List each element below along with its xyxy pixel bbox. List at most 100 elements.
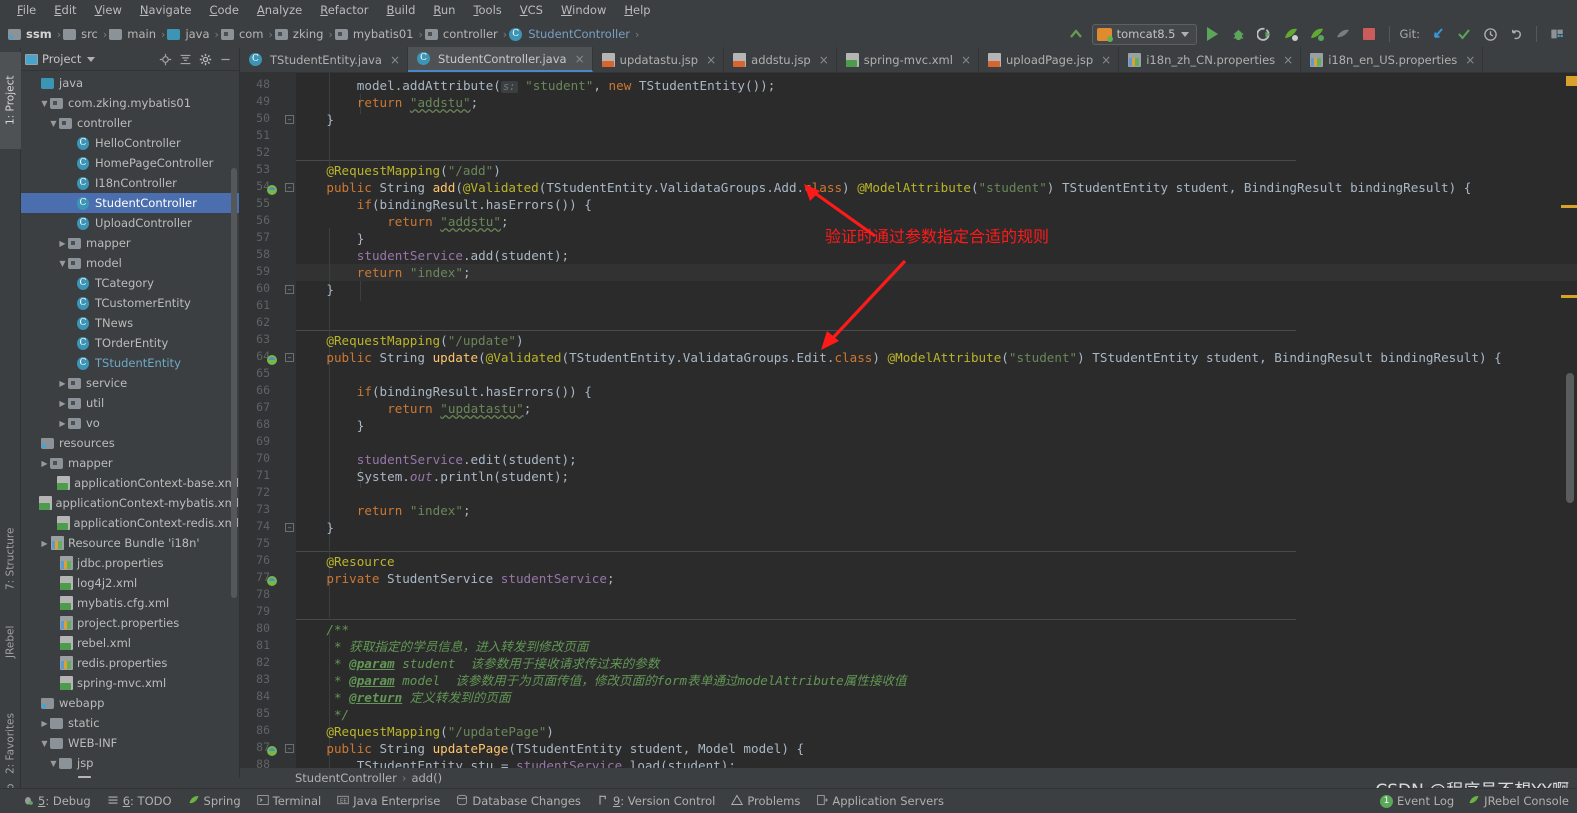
close-icon[interactable]: ×	[819, 53, 829, 67]
menu-item-edit[interactable]: Edit	[45, 1, 85, 19]
code-line[interactable]: return "index";	[296, 264, 471, 281]
breadcrumb-item-mybatis01[interactable]: mybatis01 ›	[334, 27, 425, 41]
status-bar-item-jrebel-console[interactable]: JRebel Console	[1468, 794, 1569, 809]
jrebel-run-icon[interactable]	[1281, 24, 1301, 44]
tree-item-controller[interactable]: ▼ controller	[21, 113, 239, 133]
menu-item-tools[interactable]: Tools	[464, 1, 510, 19]
locate-icon[interactable]	[155, 49, 175, 69]
chevron-down-icon[interactable]: ▼	[48, 119, 59, 128]
chevron-right-icon[interactable]: ▶	[39, 719, 50, 728]
code-line[interactable]: if(bindingResult.hasErrors()) {	[296, 383, 592, 400]
menu-item-file[interactable]: File	[8, 1, 45, 19]
status-bar-item-database-changes[interactable]: Database Changes	[456, 794, 581, 809]
tree-item-resource-bundle-i18n-[interactable]: ▶ Resource Bundle 'i18n'	[21, 533, 239, 553]
breadcrumb-item-java[interactable]: java ›	[167, 27, 221, 41]
tree-item-webapp[interactable]: webapp	[21, 693, 239, 713]
code-line[interactable]: * @param student 该参数用于接收请求传过来的参数	[296, 655, 659, 672]
collapse-all-icon[interactable]	[175, 49, 195, 69]
chevron-down-icon[interactable]: ▼	[39, 739, 50, 748]
tool-window-tab-7-structure[interactable]: 7: Structure	[0, 503, 21, 615]
fold-marker[interactable]: –	[285, 115, 294, 124]
breadcrumb-item-zking[interactable]: zking ›	[274, 27, 335, 41]
code-line[interactable]: studentService.add(student);	[296, 247, 569, 264]
code-line[interactable]: @RequestMapping("/update")	[296, 332, 523, 349]
code-line[interactable]: }	[296, 281, 334, 298]
menu-item-view[interactable]: View	[86, 1, 131, 19]
code-line[interactable]: return "addstu";	[296, 213, 508, 230]
code-line[interactable]: * @param model 该参数用于为页面传值，修改页面的form表单通过m…	[296, 672, 907, 689]
error-stripe-mark[interactable]	[1561, 205, 1577, 208]
chevron-right-icon[interactable]: ▶	[57, 399, 68, 408]
tree-item-rebel-xml[interactable]: rebel.xml	[21, 633, 239, 653]
menu-item-help[interactable]: Help	[615, 1, 659, 19]
close-icon[interactable]: ×	[1283, 53, 1293, 67]
code-line[interactable]: }	[296, 230, 365, 247]
editor-vertical-scrollbar[interactable]	[1566, 373, 1574, 503]
settings-icon[interactable]	[195, 49, 215, 69]
code-line[interactable]: @Resource	[296, 553, 394, 570]
editor-code-area[interactable]: model.addAttribute(s: "student", new TSt…	[296, 73, 1577, 768]
run-icon[interactable]	[1203, 24, 1223, 44]
close-icon[interactable]: ×	[1101, 53, 1111, 67]
chevron-right-icon[interactable]: ▶	[57, 239, 68, 248]
code-line[interactable]: return "index";	[296, 502, 471, 519]
tree-item-log4j2-xml[interactable]: log4j2.xml	[21, 573, 239, 593]
code-line[interactable]: TStudentEntity stu = studentService.load…	[296, 757, 736, 768]
tree-item-tcategory[interactable]: C TCategory	[21, 273, 239, 293]
code-line[interactable]: }	[296, 519, 334, 536]
close-icon[interactable]: ×	[1465, 53, 1475, 67]
tree-item-tnews[interactable]: C TNews	[21, 313, 239, 333]
status-bar-item-spring[interactable]: Spring	[188, 794, 241, 809]
menu-item-vcs[interactable]: VCS	[511, 1, 552, 19]
code-line[interactable]: System.out.println(student);	[296, 468, 569, 485]
editor-tab-uploadpage-jsp[interactable]: uploadPage.jsp ×	[979, 47, 1120, 72]
editor-tab-updatastu-jsp[interactable]: updatastu.jsp ×	[593, 47, 725, 72]
code-editor[interactable]: 48 49 50 51 52 53 54 55 56 57 58 59 60 61 62 63 64 65 66 67…	[240, 73, 1577, 768]
fold-marker[interactable]: –	[285, 523, 294, 532]
editor-tab-studentcontroller-java[interactable]: C StudentController.java ×	[408, 47, 593, 72]
tree-item-com-zking-mybatis01[interactable]: ▼ com.zking.mybatis01	[21, 93, 239, 113]
chevron-down-icon[interactable]	[87, 56, 96, 62]
tool-window-tab-jrebel[interactable]: JRebel	[0, 608, 21, 675]
code-line[interactable]: */	[296, 706, 349, 723]
tool-window-tab-1-project[interactable]: 1: Project	[0, 52, 21, 149]
menu-item-refactor[interactable]: Refactor	[311, 1, 377, 19]
menu-item-window[interactable]: Window	[552, 1, 615, 19]
stop-icon[interactable]	[1359, 24, 1379, 44]
spring-bean-gutter-icon[interactable]	[266, 351, 278, 365]
tree-item-service[interactable]: ▶ service	[21, 373, 239, 393]
tree-item-a-jsp[interactable]: a.jsp	[21, 773, 239, 778]
tree-item-studentcontroller[interactable]: C StudentController	[21, 193, 239, 213]
chevron-down-icon[interactable]: ▼	[39, 99, 50, 108]
tree-item-uploadcontroller[interactable]: C UploadController	[21, 213, 239, 233]
code-line[interactable]: public String add(@Validated(TStudentEnt…	[296, 179, 1471, 196]
code-line[interactable]: return "addstu";	[296, 94, 478, 111]
status-bar-item-9-version-control[interactable]: 9: Version Control	[597, 794, 715, 809]
menu-item-code[interactable]: Code	[200, 1, 247, 19]
tree-item-tcustomerentity[interactable]: C TCustomerEntity	[21, 293, 239, 313]
debug-icon[interactable]	[1229, 24, 1249, 44]
breadcrumb-class[interactable]: StudentController	[295, 771, 397, 785]
tree-item-mybatis-cfg-xml[interactable]: mybatis.cfg.xml	[21, 593, 239, 613]
close-icon[interactable]: ×	[706, 53, 716, 67]
close-icon[interactable]: ×	[961, 53, 971, 67]
error-stripe-mark[interactable]	[1561, 295, 1577, 298]
tree-item-homepagecontroller[interactable]: C HomePageController	[21, 153, 239, 173]
tree-item-applicationcontext-mybatis-xml[interactable]: applicationContext-mybatis.xml	[21, 493, 239, 513]
fold-marker[interactable]: –	[285, 744, 294, 753]
tree-item-i18ncontroller[interactable]: C I18nController	[21, 173, 239, 193]
menu-item-build[interactable]: Build	[378, 1, 425, 19]
chevron-right-icon[interactable]: ▶	[39, 459, 50, 468]
tree-item-project-properties[interactable]: project.properties	[21, 613, 239, 633]
tree-item-tstudententity[interactable]: C TStudentEntity	[21, 353, 239, 373]
code-line[interactable]: return "updatastu";	[296, 400, 531, 417]
code-line[interactable]: }	[296, 111, 334, 128]
chevron-right-icon[interactable]: ▶	[57, 419, 68, 428]
code-line[interactable]: if(bindingResult.hasErrors()) {	[296, 196, 592, 213]
status-bar-item-terminal[interactable]: Terminal	[257, 794, 321, 809]
error-stripe-mark[interactable]	[1566, 76, 1577, 86]
chevron-down-icon[interactable]: ▼	[48, 759, 59, 768]
tree-item-jsp[interactable]: ▼ jsp	[21, 753, 239, 773]
history-icon[interactable]	[1480, 24, 1500, 44]
tree-item-mapper[interactable]: ▶ mapper	[21, 453, 239, 473]
